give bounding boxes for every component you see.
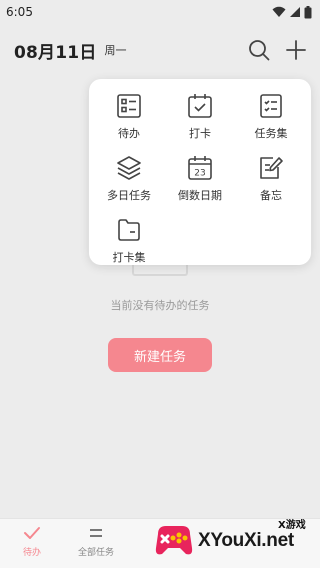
status-bar: 6:05 <box>0 0 320 24</box>
list-icon <box>87 525 105 541</box>
menu-item-label: 倒数日期 <box>178 189 222 202</box>
menu-item-label: 任务集 <box>254 127 288 140</box>
menu-item-todo[interactable]: 待办 <box>92 85 166 147</box>
tab-label: 全部任务 <box>77 548 114 558</box>
status-time: 6:05 <box>6 5 33 19</box>
signal-icon <box>289 6 301 18</box>
menu-item-checkin-set[interactable]: 打卡集 <box>92 209 166 271</box>
menu-item-label: 打卡 <box>189 127 211 140</box>
add-icon[interactable] <box>286 40 306 60</box>
calendar-day-number: 23 <box>194 169 205 179</box>
checkin-calendar-icon <box>187 85 213 119</box>
menu-item-label: 待办 <box>118 127 140 140</box>
tab-all-tasks[interactable]: 全部任务 <box>64 525 128 565</box>
menu-item-label: 多日任务 <box>107 189 151 202</box>
search-icon[interactable] <box>248 39 270 61</box>
layers-icon <box>116 147 142 181</box>
menu-item-memo[interactable]: 备忘 <box>234 147 308 209</box>
menu-item-task-set[interactable]: 任务集 <box>234 85 308 147</box>
add-popup-menu: 待办 打卡 任务集 多日任务 23 倒数日期 备忘 打卡集 <box>89 79 311 265</box>
header-actions <box>248 39 306 61</box>
wifi-icon <box>272 6 286 18</box>
weekday-label: 周一 <box>104 44 127 57</box>
todo-list-icon <box>116 85 142 119</box>
check-icon <box>23 525 41 541</box>
page-title-date: 08月11日 <box>14 42 97 63</box>
menu-item-multi-day[interactable]: 多日任务 <box>92 147 166 209</box>
tab-label: 待办 <box>22 548 41 558</box>
empty-state-text: 当前没有待办的任务 <box>110 299 210 312</box>
gamepad-logo-icon <box>152 518 196 566</box>
watermark-top-text: X游戏 <box>278 520 306 531</box>
tab-todo[interactable]: 待办 <box>0 525 64 565</box>
task-set-icon <box>258 85 284 119</box>
menu-item-countdown[interactable]: 23 倒数日期 <box>163 147 237 209</box>
folder-icon <box>116 209 142 243</box>
watermark: X游戏 XYouXi.net <box>148 510 320 568</box>
menu-item-checkin[interactable]: 打卡 <box>163 85 237 147</box>
new-task-button[interactable]: 新建任务 <box>108 338 212 372</box>
battery-icon <box>304 5 312 19</box>
menu-item-label: 打卡集 <box>112 251 146 264</box>
header: 08月11日 周一 <box>0 30 320 70</box>
watermark-main-text: XYouXi.net <box>198 530 294 551</box>
menu-item-label: 备忘 <box>260 189 282 202</box>
status-icons <box>272 5 312 19</box>
countdown-calendar-icon: 23 <box>187 147 213 181</box>
memo-edit-icon <box>258 147 284 181</box>
